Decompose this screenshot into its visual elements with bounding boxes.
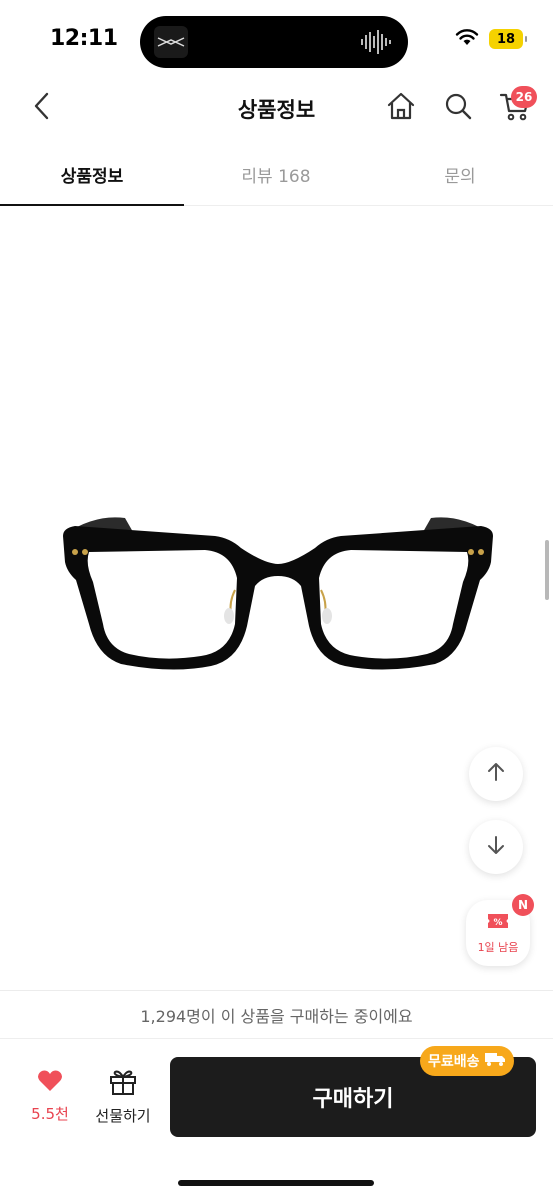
battery-icon: 18: [489, 29, 527, 49]
coupon-icon: %: [486, 911, 510, 935]
product-tabs: 상품정보 리뷰 168 문의: [0, 142, 553, 207]
gift-button[interactable]: 선물하기: [90, 1069, 156, 1126]
search-icon: [443, 91, 473, 125]
free-shipping-badge: 무료배송: [420, 1046, 514, 1076]
new-badge: N: [512, 894, 534, 916]
home-icon: [386, 91, 416, 125]
status-indicators: 18: [455, 28, 527, 50]
heart-icon: [37, 1069, 63, 1097]
status-time: 12:11: [50, 26, 118, 51]
like-count: 5.5천: [31, 1105, 69, 1123]
product-image-area: [0, 206, 553, 990]
arrow-up-icon: [485, 761, 507, 787]
truck-icon: [484, 1051, 506, 1071]
home-button[interactable]: [383, 90, 419, 126]
scrollbar[interactable]: [545, 540, 549, 600]
arrow-down-icon: [485, 834, 507, 860]
free-shipping-label: 무료배송: [428, 1054, 480, 1070]
tab-inquiry[interactable]: 문의: [368, 142, 552, 206]
product-image: [55, 506, 501, 685]
wifi-icon: [455, 28, 479, 50]
dynamic-island: [140, 16, 408, 68]
home-indicator: [178, 1180, 374, 1186]
sound-wave-icon: [360, 30, 392, 58]
cart-count-badge: 26: [511, 86, 537, 108]
scroll-down-button[interactable]: [469, 820, 523, 874]
gift-label: 선물하기: [95, 1107, 151, 1125]
tab-reviews[interactable]: 리뷰 168: [184, 142, 368, 206]
svg-text:%: %: [493, 918, 502, 928]
buyers-notice: 1,294명이 이 상품을 구매하는 중이에요: [0, 990, 553, 1038]
now-playing-artwork-icon: [154, 26, 188, 58]
coupon-label: 1일 남음: [477, 941, 519, 954]
status-bar: 12:11 18: [0, 0, 553, 80]
search-button[interactable]: [440, 90, 476, 126]
top-navigation: 상품정보: [0, 78, 553, 138]
gift-icon: [109, 1069, 137, 1099]
tab-product-info[interactable]: 상품정보: [0, 142, 184, 207]
like-button[interactable]: 5.5천: [22, 1069, 78, 1124]
scroll-up-button[interactable]: [469, 747, 523, 801]
